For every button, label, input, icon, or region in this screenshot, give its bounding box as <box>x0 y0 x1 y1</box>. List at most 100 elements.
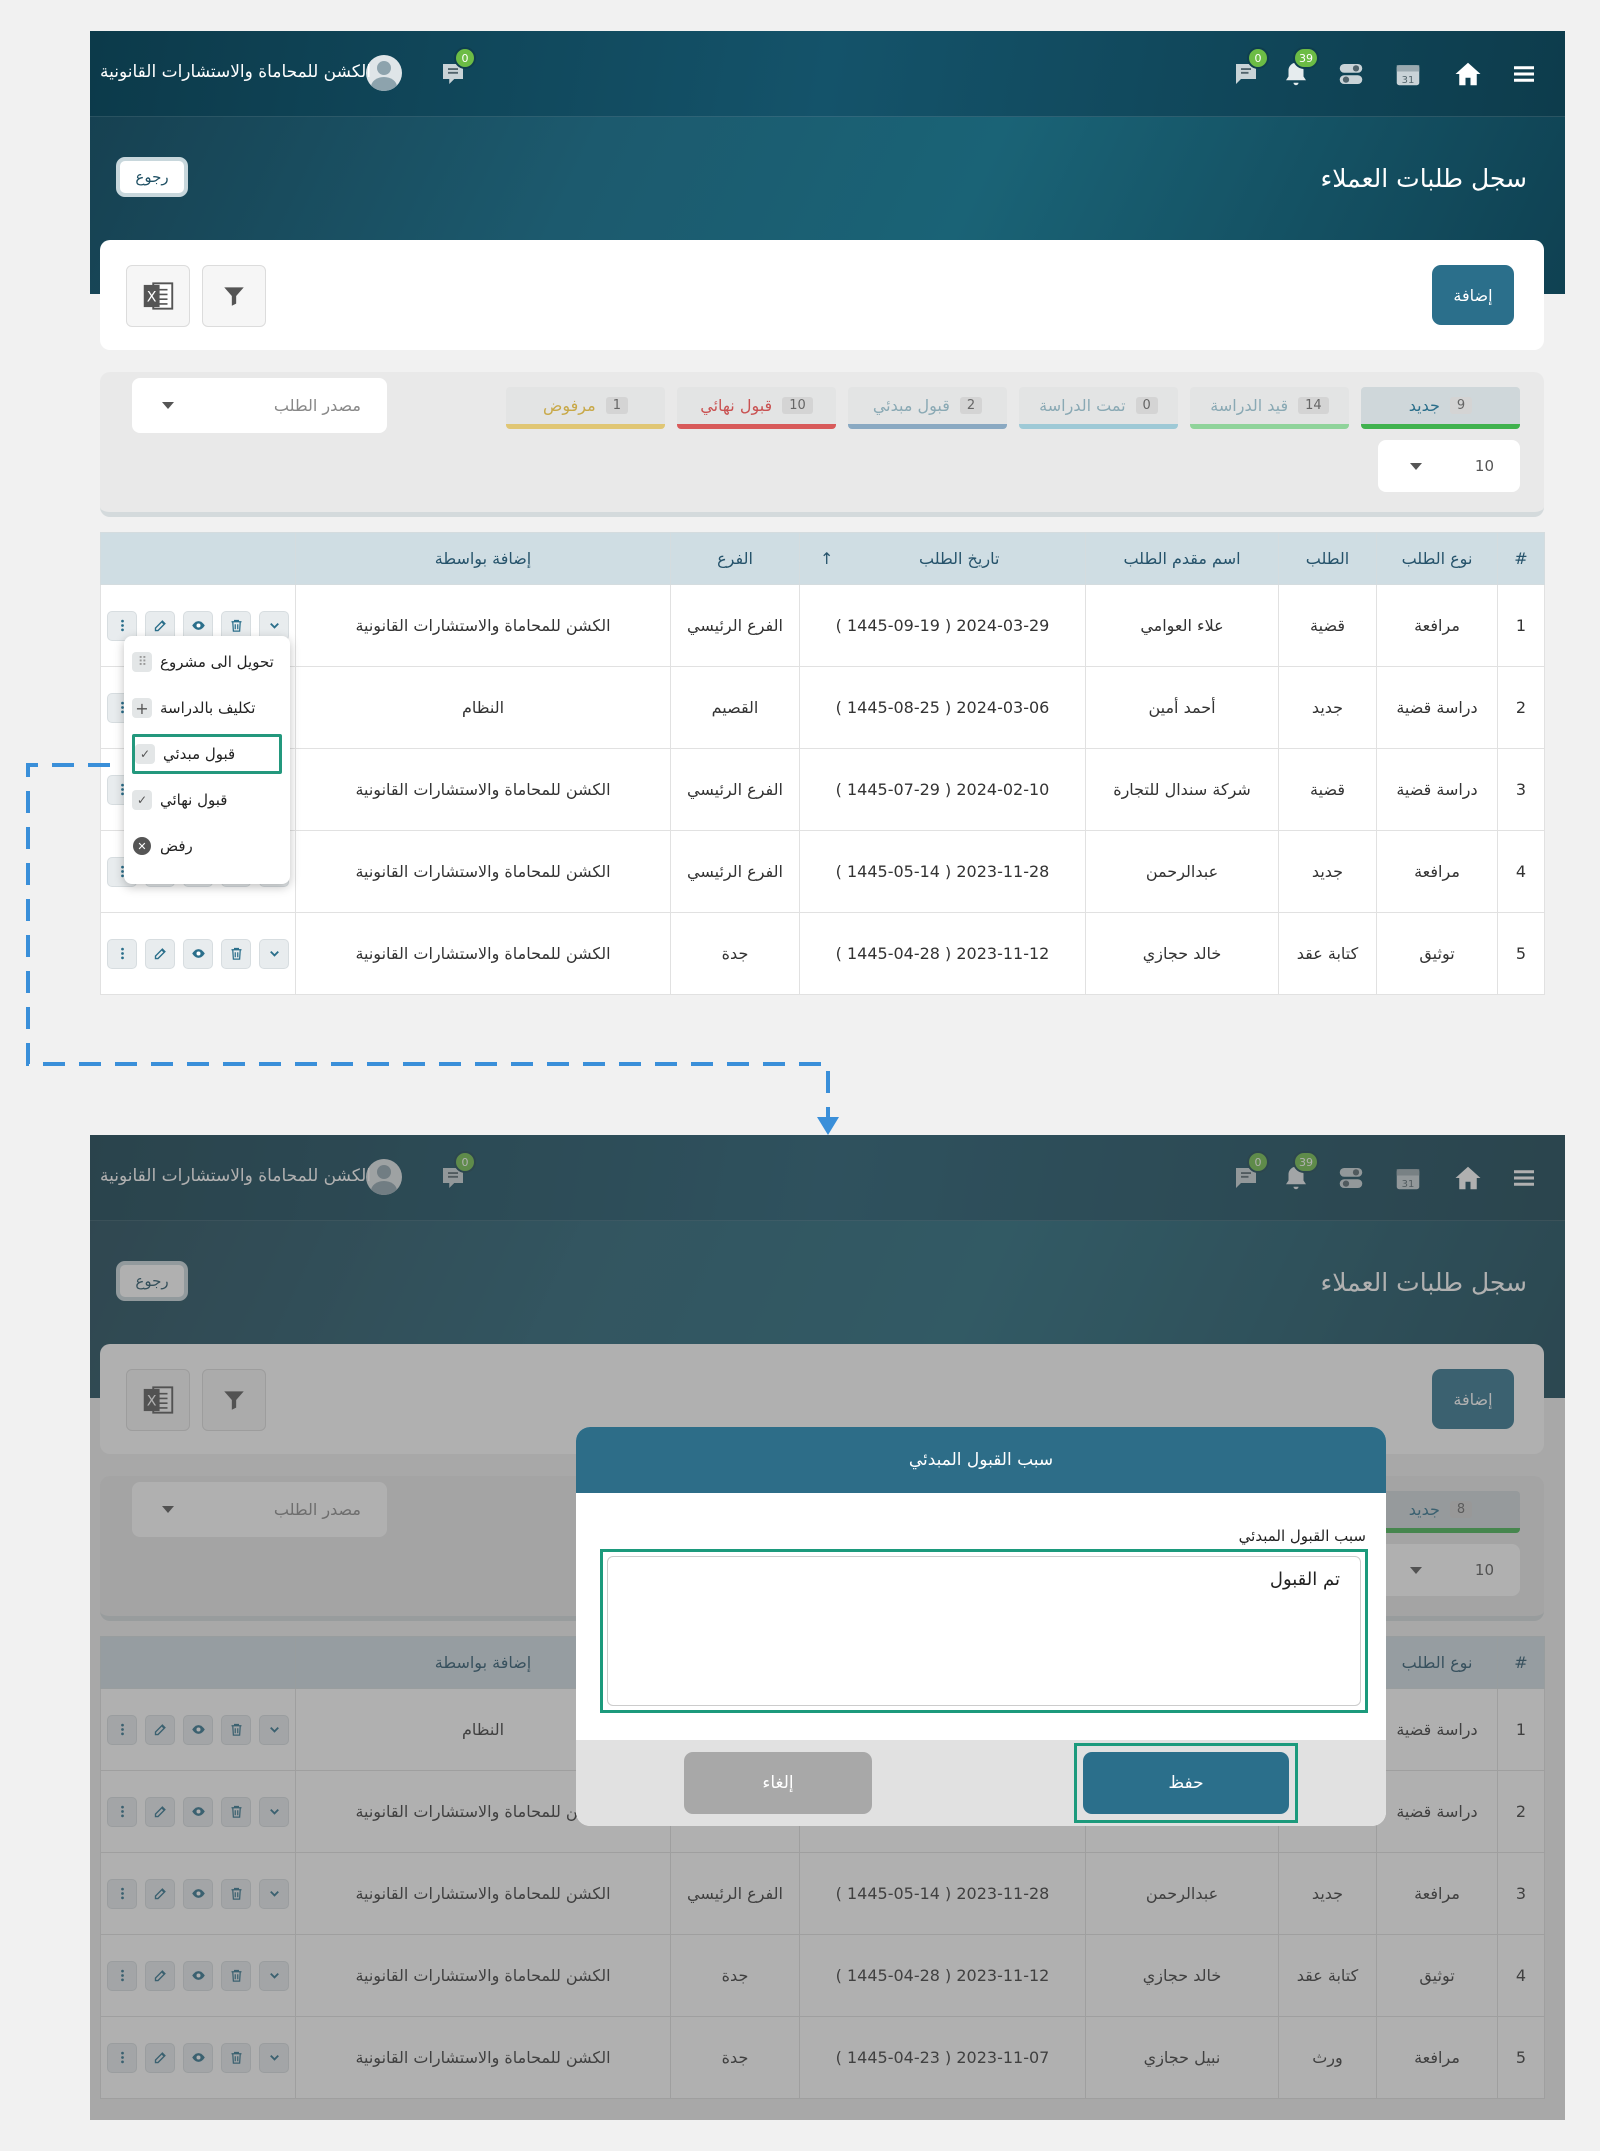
cell-branch: جدة <box>670 912 800 995</box>
excel-export-button[interactable]: X <box>126 265 190 327</box>
table-row[interactable]: الكشن للمحاماة والاستشارات القانونية الفر… <box>100 830 1545 913</box>
table-row[interactable]: الكشن للمحاماة والاستشارات القانونية الفر… <box>100 584 1545 667</box>
svg-text:X: X <box>147 290 157 306</box>
toolbar: إضافة X <box>100 240 1544 350</box>
status-tab-label: جديد <box>1408 396 1440 415</box>
svg-text:31: 31 <box>1402 75 1415 86</box>
status-tab-count: 2 <box>959 397 983 414</box>
cell-request: قضية <box>1278 584 1377 667</box>
page-size-select[interactable]: 10 <box>1378 440 1520 492</box>
home-icon[interactable] <box>1449 55 1487 93</box>
cell-date: 2024-02-10 ( 1445-07-29 ) <box>799 748 1086 831</box>
col-num: # <box>1497 532 1545 585</box>
status-tab-label: قبول نهائي <box>700 396 773 415</box>
cell-num: 4 <box>1497 830 1545 913</box>
cell-added-by: الكشن للمحاماة والاستشارات القانونية <box>295 912 671 995</box>
cell-date: 2023-11-12 ( 1445-04-28 ) <box>799 912 1086 995</box>
cell-applicant: أحمد أمين <box>1085 666 1279 749</box>
more-options-icon[interactable] <box>107 938 137 969</box>
page-title: سجل طلبات العملاء <box>1320 164 1527 193</box>
cell-date: 2023-11-28 ( 1445-05-14 ) <box>799 830 1086 913</box>
add-button[interactable]: إضافة <box>1432 265 1514 325</box>
col-type[interactable]: نوع الطلب <box>1376 532 1498 585</box>
status-tab[interactable]: تمت الدراسة 0 <box>1019 387 1178 429</box>
menu-item[interactable]: ⠿ تحويل الى مشروع <box>132 642 282 682</box>
delete-icon[interactable] <box>221 938 251 969</box>
menu-item-label: قبول مبدئي <box>163 745 236 763</box>
menu-item-label: قبول نهائي <box>160 791 228 809</box>
check-icon: ✓ <box>135 744 155 764</box>
cell-num: 1 <box>1497 584 1545 667</box>
filter-icon <box>224 287 244 306</box>
cell-applicant: عبدالرحمن <box>1085 830 1279 913</box>
col-branch[interactable]: الفرع <box>670 532 800 585</box>
col-added-by: إضافة بواسطة <box>295 532 671 585</box>
menu-item-label: تكليف بالدراسة <box>160 699 256 717</box>
cell-num: 5 <box>1497 912 1545 995</box>
table-row[interactable]: النظام القصيم 2024-03-06 ( 1445-08-25 ) أحم… <box>100 666 1545 749</box>
save-button-highlight: حفظ <box>1074 1743 1298 1823</box>
notifications-badge: 39 <box>1293 47 1319 69</box>
row-actions <box>100 912 296 995</box>
status-tab-label: تمت الدراسة <box>1039 396 1126 415</box>
status-tab[interactable]: قبول نهائي 10 <box>677 387 836 429</box>
menu-item[interactable]: + تكليف بالدراسة <box>132 688 282 728</box>
cell-request: جديد <box>1278 830 1377 913</box>
edit-icon[interactable] <box>145 938 175 969</box>
messages-icon[interactable]: 0 <box>1227 47 1269 93</box>
expand-chevron-icon[interactable] <box>259 938 289 969</box>
status-tab[interactable]: قبول مبدئي 2 <box>848 387 1007 429</box>
cell-applicant: خالد حجازي <box>1085 912 1279 995</box>
status-tab-label: قبول مبدئي <box>872 396 950 415</box>
reason-field-highlight: تم القبول <box>600 1549 1368 1713</box>
reason-textarea[interactable]: تم القبول <box>607 1556 1361 1706</box>
cell-num: 2 <box>1497 666 1545 749</box>
initial-acceptance-modal: سبب القبول المبدئي سبب القبول المبدئي تم… <box>576 1427 1386 1826</box>
col-date[interactable]: ↑تاريخ الطلب <box>799 532 1086 585</box>
avatar[interactable] <box>366 55 402 91</box>
cell-type: دراسة قضية <box>1376 748 1498 831</box>
menu-item[interactable]: ✓ قبول مبدئي <box>132 734 282 774</box>
cell-type: دراسة قضية <box>1376 666 1498 749</box>
chat-icon[interactable]: 0 <box>434 47 476 93</box>
status-tab[interactable]: مرفوض 1 <box>506 387 665 429</box>
cell-type: توثيق <box>1376 912 1498 995</box>
request-source-select[interactable]: مصدر الطلب <box>132 378 387 433</box>
requests-table: إضافة بواسطة الفرع ↑تاريخ الطلب اسم مقدم… <box>100 532 1545 995</box>
save-button[interactable]: حفظ <box>1083 1752 1289 1814</box>
cell-request: جديد <box>1278 666 1377 749</box>
cell-applicant: شركة سندال للتجارة <box>1085 748 1279 831</box>
filter-button[interactable] <box>202 265 266 327</box>
chevron-down-icon <box>162 402 174 409</box>
check-icon: ✓ <box>132 790 152 810</box>
cancel-button[interactable]: إلغاء <box>684 1752 872 1814</box>
col-request[interactable]: الطلب <box>1278 532 1377 585</box>
cell-applicant: علاء العوامي <box>1085 584 1279 667</box>
back-button[interactable]: رجوع <box>116 157 188 197</box>
status-tab[interactable]: جديد 9 <box>1361 387 1520 429</box>
cell-branch: الفرع الرئيسي <box>670 584 800 667</box>
menu-item[interactable]: ✓ قبول نهائي <box>132 780 282 820</box>
col-applicant[interactable]: اسم مقدم الطلب <box>1085 532 1279 585</box>
screenshot-before: 31 39 0 0 الكشن للمحاماة والاستشارات الق… <box>90 31 1565 1017</box>
menu-item[interactable]: ✕ رفض <box>132 826 282 866</box>
cell-added-by: الكشن للمحاماة والاستشارات القانونية <box>295 748 671 831</box>
view-eye-icon[interactable] <box>183 938 213 969</box>
status-tab-count: 14 <box>1298 397 1329 414</box>
menu-icon[interactable] <box>1505 55 1543 93</box>
cell-added-by: الكشن للمحاماة والاستشارات القانونية <box>295 584 671 667</box>
menu-item-label: رفض <box>160 837 193 855</box>
status-tab[interactable]: قيد الدراسة 14 <box>1190 387 1349 429</box>
filters-panel: جديد 9 قيد الدراسة 14 تمت الدراسة 0 قبول مبدئي… <box>100 372 1544 517</box>
col-actions <box>100 532 296 585</box>
toggle-settings-icon[interactable] <box>1332 55 1370 93</box>
screenshot-after: 31 39 0 0 الكشن للمحاماة والاستشارات الق… <box>90 1135 1565 2120</box>
cell-request: قضية <box>1278 748 1377 831</box>
table-row[interactable]: الكشن للمحاماة والاستشارات القانونية جدة 2… <box>100 912 1545 995</box>
cell-date: 2024-03-06 ( 1445-08-25 ) <box>799 666 1086 749</box>
notifications-bell-icon[interactable]: 39 <box>1277 47 1319 93</box>
calendar-icon[interactable]: 31 <box>1389 55 1427 93</box>
brand-name: الكشن للمحاماة والاستشارات القانونية <box>100 62 372 82</box>
table-row[interactable]: الكشن للمحاماة والاستشارات القانونية الفر… <box>100 748 1545 831</box>
chat-badge: 0 <box>454 47 476 69</box>
